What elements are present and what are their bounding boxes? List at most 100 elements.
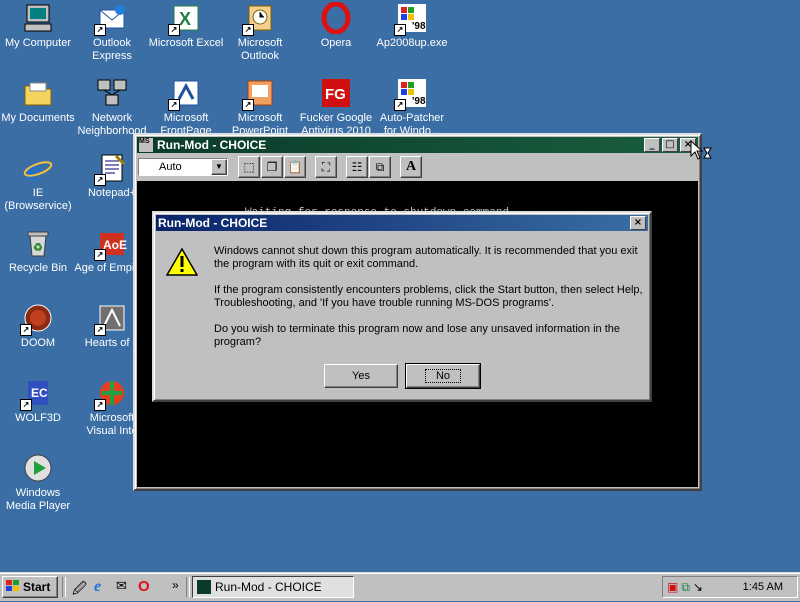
icon-label: Outlook Express — [92, 37, 132, 62]
dialog-close-button[interactable]: × — [630, 216, 646, 230]
desktop-icon-excel[interactable]: X ↗ Microsoft Excel — [148, 2, 224, 50]
show-desktop-icon[interactable]: 🖉 — [72, 578, 90, 596]
copy-icon[interactable]: ❐ — [261, 156, 283, 178]
icon-label: Windows Media Player — [5, 487, 71, 512]
properties-icon[interactable]: ☷ — [346, 156, 368, 178]
desktop-icon-doom[interactable]: ↗ DOOM — [0, 302, 76, 350]
dialog-title: Run-Mod - CHOICE — [158, 216, 268, 230]
age-of-empires-icon: AoE ↗ — [94, 227, 128, 261]
quicklaunch-chevron[interactable]: » — [172, 578, 179, 592]
outlook-express-icon[interactable]: ✉ — [116, 578, 134, 596]
windows98-exe-icon: '98 ↗ — [394, 2, 428, 36]
font-icon[interactable]: A — [400, 156, 422, 178]
desktop-icon-my-computer[interactable]: My Computer — [0, 2, 76, 50]
icon-label: IE (Browservice) — [4, 187, 72, 212]
icon-label: DOOM — [20, 337, 56, 349]
quick-launch: 🖉 e ✉ O — [72, 578, 156, 596]
icon-label: Microsoft Excel — [148, 37, 224, 49]
desktop-icon-wolf3d[interactable]: EC ↗ WOLF3D — [0, 377, 76, 425]
ie-icon[interactable]: e — [94, 578, 112, 596]
ms-dos-icon: MS — [139, 138, 153, 152]
icon-label: Opera — [320, 37, 352, 49]
dialog-message: Windows cannot shut down this program au… — [214, 245, 644, 349]
font-size-select[interactable]: Auto ▼ — [138, 158, 228, 176]
recycle-bin-icon: ♻ — [22, 227, 54, 259]
media-player-icon — [22, 452, 54, 484]
desktop-icon-my-documents[interactable]: My Documents — [0, 77, 76, 125]
desktop-icon-recycle-bin[interactable]: ♻ Recycle Bin — [0, 227, 76, 275]
dialog-paragraph-2: If the program consistently encounters p… — [214, 284, 643, 309]
paste-icon[interactable]: 📋 — [284, 156, 306, 178]
terminate-dialog[interactable]: Run-Mod - CHOICE × Windows cannot shut d… — [152, 211, 652, 402]
network-icon — [96, 77, 128, 109]
dos-window-titlebar[interactable]: MS Run-Mod - CHOICE _ □ × — [137, 137, 698, 153]
chevron-down-icon[interactable]: ▼ — [211, 159, 227, 175]
desktop-icon-outlook[interactable]: ↗ Microsoft Outlook — [222, 2, 298, 63]
yes-button[interactable]: Yes — [324, 364, 398, 388]
notepad-icon: ↗ — [94, 152, 128, 186]
antivirus-icon: FG — [320, 77, 352, 109]
desktop-icon-media-player[interactable]: Windows Media Player — [0, 452, 76, 513]
volume-tray-icon[interactable]: ↘ — [693, 580, 703, 594]
desktop-icon-powerpoint[interactable]: ↗ Microsoft PowerPoint — [222, 77, 298, 138]
dialog-paragraph-3: Do you wish to terminate this program no… — [214, 323, 620, 348]
ms-dos-icon — [197, 580, 211, 594]
dos-window-title: Run-Mod - CHOICE — [157, 138, 267, 152]
icon-label: Microsoft Outlook — [237, 37, 283, 62]
outlook-express-icon: ↗ — [94, 2, 128, 36]
excel-icon: X ↗ — [168, 2, 202, 36]
icon-label: WOLF3D — [15, 412, 61, 424]
outlook-icon: ↗ — [242, 2, 276, 36]
svg-text:'98: '98 — [412, 21, 426, 32]
warning-icon — [165, 247, 199, 280]
icon-label: Recycle Bin — [8, 262, 68, 274]
taskbar: Start 🖉 e ✉ O » Run-Mod - CHOICE ▣ ⧉ ↘ 1… — [0, 572, 800, 601]
powerpoint-icon: ↗ — [242, 77, 276, 111]
frontpage-icon: ↗ — [168, 77, 202, 111]
minimize-button[interactable]: _ — [644, 138, 660, 152]
desktop-icon-ie[interactable]: e IE (Browservice) — [0, 152, 76, 213]
opera-icon[interactable]: O — [138, 578, 156, 596]
dos-toolbar: Auto ▼ ⬚ ❐ 📋 ⛶ ☷ ⧉ A — [135, 155, 700, 179]
svg-text:AoE: AoE — [103, 238, 127, 252]
dialog-paragraph-1: Windows cannot shut down this program au… — [214, 245, 638, 270]
cursor-icon — [690, 139, 712, 167]
doom-icon: ↗ — [20, 302, 54, 336]
desktop-icon-opera[interactable]: Opera — [298, 2, 374, 50]
svg-text:EC: EC — [31, 386, 48, 400]
desktop-icon-ap2008up[interactable]: '98 ↗ Ap2008up.exe — [372, 2, 452, 50]
background-icon[interactable]: ⧉ — [369, 156, 391, 178]
clock[interactable]: 1:45 AM — [743, 581, 783, 593]
visual-interdev-icon: ↗ — [94, 377, 128, 411]
desktop-icon-outlook-express[interactable]: ↗ Outlook Express — [74, 2, 150, 63]
desktop: My Computer My Documents e IE (Browservi… — [0, 0, 800, 572]
network-tray-icon[interactable]: ⧉ — [681, 580, 690, 595]
svg-text:'98: '98 — [412, 96, 426, 107]
start-button[interactable]: Start — [2, 576, 58, 598]
desktop-icon-network[interactable]: Network Neighborhood — [74, 77, 150, 138]
icon-label: My Documents — [1, 112, 75, 124]
dialog-titlebar[interactable]: Run-Mod - CHOICE × — [156, 215, 648, 231]
maximize-button[interactable]: □ — [662, 138, 678, 152]
desktop-icon-frontpage[interactable]: ↗ Microsoft FrontPage — [148, 77, 224, 138]
desktop-icon-antivirus[interactable]: FG Fucker Google Antivirus 2010 — [298, 77, 374, 138]
opera-icon — [320, 2, 352, 34]
quicklaunch-divider — [186, 577, 190, 597]
desktop-icon-auto-patcher[interactable]: '98 ↗ Auto-Patcher for Windo... — [372, 77, 452, 138]
antivirus-tray-icon[interactable]: ▣ — [667, 580, 678, 594]
system-tray: ▣ ⧉ ↘ 1:45 AM — [662, 576, 798, 598]
mark-icon[interactable]: ⬚ — [238, 156, 260, 178]
svg-text:♻: ♻ — [33, 242, 43, 254]
computer-icon — [22, 2, 54, 34]
fullscreen-icon[interactable]: ⛶ — [315, 156, 337, 178]
task-button-run-mod[interactable]: Run-Mod - CHOICE — [192, 576, 354, 598]
icon-label: My Computer — [4, 37, 72, 49]
icon-label: Ap2008up.exe — [376, 37, 448, 49]
wolf3d-icon: EC ↗ — [20, 377, 54, 411]
svg-text:FG: FG — [325, 86, 346, 103]
folder-icon — [22, 77, 54, 109]
windows98-patcher-icon: '98 ↗ — [394, 77, 428, 111]
quicklaunch-divider — [62, 577, 66, 597]
svg-text:X: X — [179, 9, 191, 29]
no-button[interactable]: No — [405, 363, 481, 389]
